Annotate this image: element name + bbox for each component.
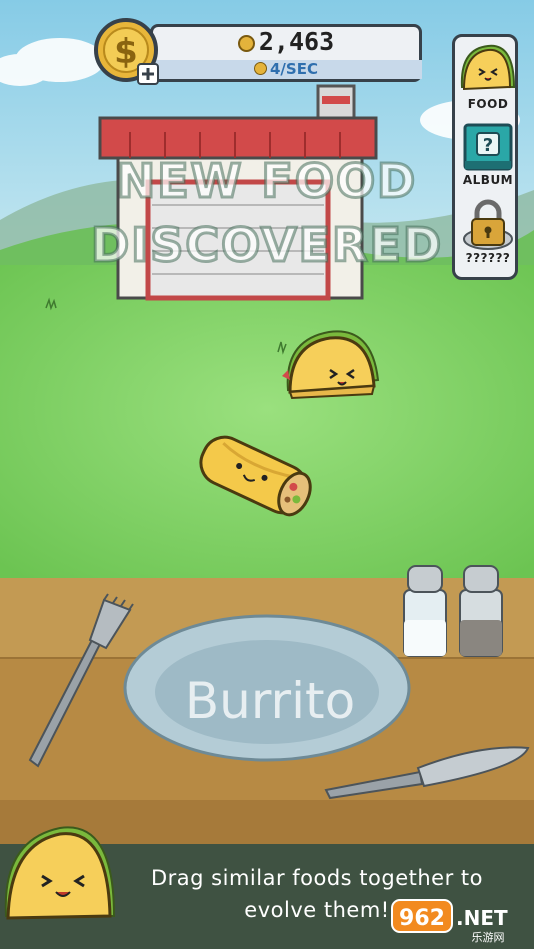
album-question-mark: ? bbox=[483, 135, 493, 156]
coin-total: 2,463 bbox=[150, 27, 422, 56]
watermark-subtext: 乐游网 bbox=[472, 931, 505, 944]
taco-icon bbox=[460, 44, 516, 91]
dollar-coin-icon: $ bbox=[94, 18, 159, 85]
pepper-shaker bbox=[459, 565, 503, 657]
new-food-banner-line1: NEW FOOD bbox=[115, 153, 418, 210]
dollar-symbol: $ bbox=[114, 32, 138, 72]
watermark-number: 962 bbox=[399, 906, 445, 931]
watermark-domain: .NET bbox=[456, 906, 508, 930]
new-food-banner-line2: DISCOVERED bbox=[89, 217, 444, 274]
buy-coins-button[interactable]: $ bbox=[94, 18, 162, 86]
tip-line-1: Drag similar foods together to bbox=[151, 866, 483, 890]
coin-rate: 4/SEC bbox=[150, 60, 422, 79]
coin-total-value: 2,463 bbox=[258, 27, 335, 56]
food-label: FOOD bbox=[467, 97, 509, 111]
small-coin-icon bbox=[254, 62, 267, 75]
site-watermark: 962 .NET 乐游网 bbox=[390, 898, 530, 944]
coin-icon bbox=[237, 35, 255, 52]
salt-shaker bbox=[403, 565, 447, 657]
food-menu-button[interactable]: FOOD bbox=[455, 39, 521, 119]
plate-food-name: Burrito bbox=[184, 672, 356, 730]
coin-rate-value: 4/SEC bbox=[270, 60, 318, 78]
